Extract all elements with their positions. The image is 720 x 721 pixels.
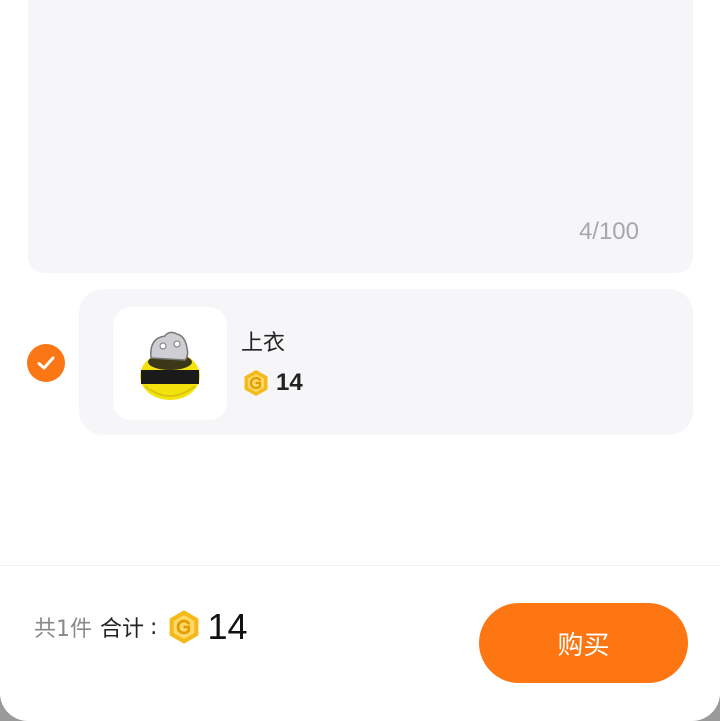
item-select-checkbox[interactable] — [27, 344, 65, 382]
checkmark-icon — [37, 356, 55, 370]
item-name: 上衣 — [241, 331, 286, 356]
order-summary: 共1件 合计 : 14 — [34, 606, 247, 648]
item-price: 14 — [242, 369, 303, 397]
buy-button[interactable]: 购买 — [479, 603, 688, 683]
remark-textarea[interactable]: 4/100 — [28, 0, 693, 273]
item-count: 共1件 — [34, 617, 92, 642]
coin-icon — [170, 610, 199, 644]
item-thumbnail — [113, 307, 227, 420]
total-label: 合计 — [100, 617, 145, 642]
checkout-footer: 共1件 合计 : 14 购买 — [0, 565, 720, 721]
bee-outfit-icon — [140, 331, 200, 400]
coin-icon — [244, 370, 268, 396]
total-amount: 14 — [207, 606, 248, 647]
remark-char-counter: 4/100 — [578, 218, 639, 245]
total-colon: : — [150, 614, 158, 640]
cart-item-card[interactable]: 上衣 14 — [79, 289, 693, 435]
item-price-value: 14 — [276, 369, 303, 396]
checkout-sheet: 4/100 上衣 14 共1件 合计: 14 购买 — [0, 0, 720, 721]
